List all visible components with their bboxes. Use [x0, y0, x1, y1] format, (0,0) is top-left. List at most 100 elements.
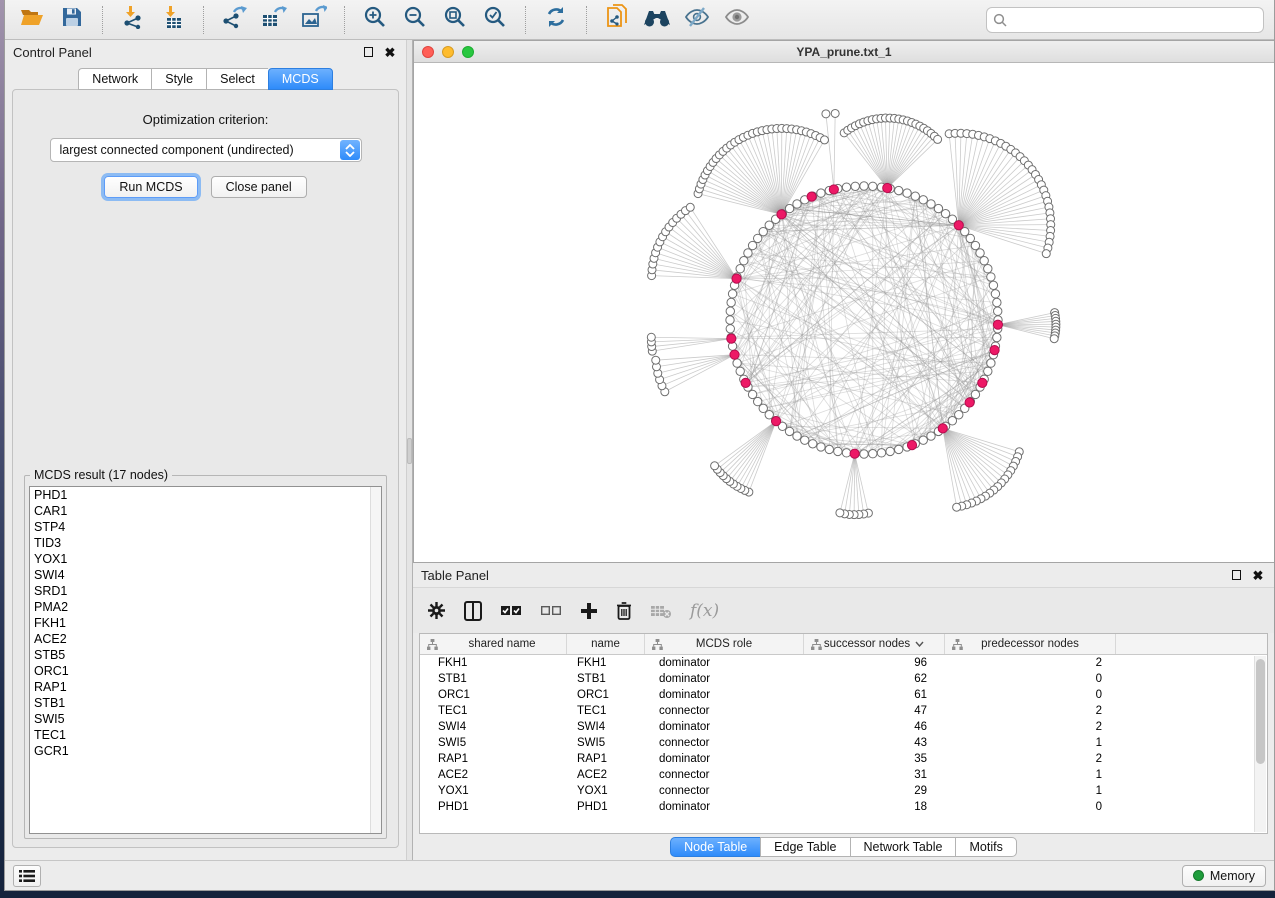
hide-panels-button[interactable] [680, 5, 714, 35]
tab-network[interactable]: Network [78, 68, 151, 90]
mcds-result-item[interactable]: FKH1 [30, 615, 381, 631]
network-node[interactable] [984, 367, 992, 375]
cell-predecessor-nodes[interactable]: 1 [945, 767, 1116, 783]
network-node[interactable] [652, 356, 660, 364]
float-panel-button[interactable] [1228, 567, 1244, 583]
network-node[interactable] [919, 196, 927, 204]
cell-name[interactable]: FKH1 [567, 655, 645, 671]
zoom-out-button[interactable] [398, 5, 432, 35]
network-node[interactable] [736, 265, 744, 273]
table-row[interactable]: TEC1TEC1connector472 [420, 703, 1267, 719]
mcds-result-item[interactable]: RAP1 [30, 679, 381, 695]
dominator-node[interactable] [907, 440, 916, 449]
unselect-all-button[interactable] [540, 596, 562, 626]
cell-predecessor-nodes[interactable]: 1 [945, 735, 1116, 751]
network-node[interactable] [987, 359, 995, 367]
network-node[interactable] [877, 449, 885, 457]
cell-name[interactable]: ACE2 [567, 767, 645, 783]
cell-mcds-role[interactable]: dominator [645, 687, 804, 703]
network-node[interactable] [728, 290, 736, 298]
export-table-button[interactable] [257, 5, 291, 35]
network-node[interactable] [989, 281, 997, 289]
column-header-mcds-role[interactable]: MCDS role [645, 634, 804, 654]
find-button[interactable] [640, 5, 674, 35]
network-node[interactable] [647, 333, 655, 341]
run-mcds-button[interactable]: Run MCDS [104, 176, 197, 198]
dominator-node[interactable] [829, 185, 838, 194]
show-columns-button[interactable] [464, 596, 482, 626]
network-node[interactable] [991, 290, 999, 298]
close-panel-button-mcds[interactable]: Close panel [211, 176, 307, 198]
network-node[interactable] [736, 367, 744, 375]
cell-predecessor-nodes[interactable]: 0 [945, 671, 1116, 687]
network-node[interactable] [727, 298, 735, 306]
network-node[interactable] [971, 390, 979, 398]
network-node[interactable] [966, 234, 974, 242]
cell-name[interactable]: TEC1 [567, 703, 645, 719]
mcds-result-item[interactable]: CAR1 [30, 503, 381, 519]
network-node[interactable] [801, 436, 809, 444]
close-panel-button[interactable]: ✖ [1250, 567, 1266, 583]
open-file-button[interactable] [15, 5, 49, 35]
cell-name[interactable]: RAP1 [567, 751, 645, 767]
function-builder-button[interactable]: f(x) [690, 596, 719, 626]
network-node[interactable] [980, 257, 988, 265]
cell-successor-nodes[interactable]: 61 [804, 687, 945, 703]
export-network-button[interactable] [217, 5, 251, 35]
float-panel-button[interactable] [360, 44, 376, 60]
table-row[interactable]: SWI4SWI4dominator462 [420, 719, 1267, 735]
cell-mcds-role[interactable]: dominator [645, 719, 804, 735]
cell-mcds-role[interactable]: dominator [645, 751, 804, 767]
zoom-selected-button[interactable] [478, 5, 512, 35]
mcds-result-item[interactable]: SWI5 [30, 711, 381, 727]
table-row[interactable]: ORC1ORC1dominator610 [420, 687, 1267, 703]
dominator-node[interactable] [850, 449, 859, 458]
network-node[interactable] [726, 316, 734, 324]
network-node[interactable] [785, 204, 793, 212]
cell-mcds-role[interactable]: dominator [645, 799, 804, 815]
network-node[interactable] [934, 135, 942, 143]
dominator-node[interactable] [978, 378, 987, 387]
network-node[interactable] [726, 307, 734, 315]
cell-name[interactable]: SWI5 [567, 735, 645, 751]
tab-node-table[interactable]: Node Table [670, 837, 760, 857]
cell-shared-name[interactable]: SWI4 [420, 719, 567, 735]
cell-predecessor-nodes[interactable]: 2 [945, 719, 1116, 735]
network-node[interactable] [785, 427, 793, 435]
table-row[interactable]: YOX1YOX1connector291 [420, 783, 1267, 799]
network-node[interactable] [984, 265, 992, 273]
cell-name[interactable]: PHD1 [567, 799, 645, 815]
column-header-shared-name[interactable]: shared name [420, 634, 567, 654]
cell-mcds-role[interactable]: connector [645, 735, 804, 751]
window-close-icon[interactable] [422, 46, 434, 58]
network-node[interactable] [894, 445, 902, 453]
cell-mcds-role[interactable]: dominator [645, 671, 804, 687]
cell-name[interactable]: STB1 [567, 671, 645, 687]
network-node[interactable] [886, 447, 894, 455]
cell-mcds-role[interactable]: dominator [645, 655, 804, 671]
table-row[interactable]: RAP1RAP1dominator352 [420, 751, 1267, 767]
network-node[interactable] [987, 273, 995, 281]
add-column-button[interactable] [580, 596, 598, 626]
network-node[interactable] [993, 298, 1001, 306]
cell-successor-nodes[interactable]: 43 [804, 735, 945, 751]
dominator-node[interactable] [732, 274, 741, 283]
dominator-node[interactable] [990, 346, 999, 355]
tab-mcds[interactable]: MCDS [268, 68, 333, 90]
cell-mcds-role[interactable]: connector [645, 767, 804, 783]
dominator-node[interactable] [938, 424, 947, 433]
network-node[interactable] [686, 203, 694, 211]
cell-predecessor-nodes[interactable]: 2 [945, 703, 1116, 719]
criterion-select[interactable]: largest connected component (undirected) [50, 138, 362, 162]
cell-shared-name[interactable]: STB1 [420, 671, 567, 687]
cell-shared-name[interactable]: SWI5 [420, 735, 567, 751]
table-row[interactable]: SWI5SWI5connector431 [420, 735, 1267, 751]
cell-predecessor-nodes[interactable]: 2 [945, 751, 1116, 767]
mcds-result-item[interactable]: ACE2 [30, 631, 381, 647]
cell-successor-nodes[interactable]: 96 [804, 655, 945, 671]
cell-successor-nodes[interactable]: 62 [804, 671, 945, 687]
cell-shared-name[interactable]: ACE2 [420, 767, 567, 783]
network-node[interactable] [753, 397, 761, 405]
network-node[interactable] [748, 390, 756, 398]
network-node[interactable] [821, 136, 829, 144]
